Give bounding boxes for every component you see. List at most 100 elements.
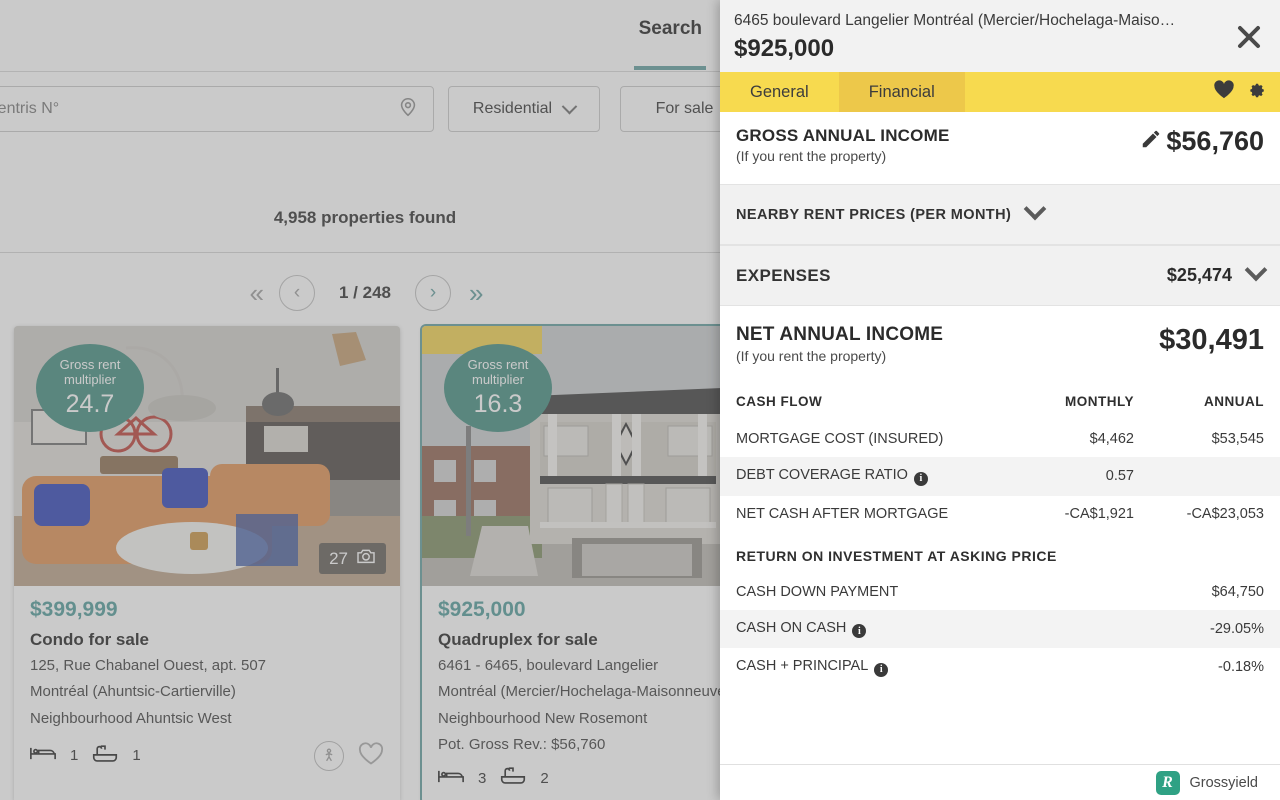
gross-annual-income-label: GROSS ANNUAL INCOME: [736, 126, 950, 145]
row-label: MORTGAGE COST (INSURED): [720, 421, 1020, 457]
top-bar: Search: [0, 0, 730, 72]
row-monthly: 0.57: [1020, 457, 1150, 496]
expenses-value: $25,474: [1166, 265, 1232, 285]
brand-name: Grossyield: [1189, 774, 1259, 791]
edit-pencil-icon[interactable]: [1140, 128, 1162, 155]
cash-flow-header-annual: ANNUAL: [1204, 394, 1264, 409]
property-address-line2: Montréal (Ahuntsic-Cartierville): [30, 683, 236, 701]
pagination-prev-button[interactable]: ‹: [279, 275, 315, 311]
gross-annual-income-sublabel: (If you rent the property): [736, 148, 887, 164]
pagination-last-button[interactable]: »: [469, 280, 484, 306]
row-label: DEBT COVERAGE RATIO i: [720, 457, 1020, 496]
close-icon[interactable]: [1232, 20, 1266, 54]
row-label: NET CASH AFTER MORTGAGE: [720, 496, 1020, 532]
row-label: CASH DOWN PAYMENT: [720, 574, 1150, 610]
table-row: CASH ON CASH i -29.05%: [720, 609, 1280, 648]
gross-rent-multiplier-badge: Gross rent multiplier 16.3: [444, 344, 552, 432]
grm-value: 16.3: [473, 389, 523, 418]
location-pin-icon[interactable]: [397, 96, 419, 123]
property-address-line3: Neighbourhood Ahuntsic West: [30, 709, 232, 727]
pagination-next-button[interactable]: ›: [415, 275, 451, 311]
row-label-text: CASH DOWN PAYMENT: [736, 583, 899, 600]
info-icon[interactable]: i: [874, 662, 889, 677]
row-monthly: $4,462: [1089, 431, 1134, 447]
bathroom-count: 1: [132, 747, 141, 765]
property-type: Quadruplex for sale: [438, 630, 598, 649]
favorite-heart-icon[interactable]: [1213, 79, 1235, 105]
grm-label-line2: multiplier: [63, 372, 116, 388]
property-card-footer: 1 1: [30, 740, 384, 771]
photo-count-value: 27: [329, 548, 348, 568]
tab-search[interactable]: Search: [639, 18, 702, 56]
table-row: DEBT COVERAGE RATIO i 0.57: [720, 457, 1280, 496]
panel-content: GROSS ANNUAL INCOME (If you rent the pro…: [720, 112, 1280, 764]
cash-flow-header-label: CASH FLOW: [736, 394, 823, 409]
walkscore-button[interactable]: [314, 740, 344, 771]
gear-icon[interactable]: [1247, 80, 1266, 104]
grm-value: 24.7: [65, 389, 115, 418]
row-label-text: CASH ON CASH: [736, 619, 847, 636]
property-cards-row: Gross rent multiplier 24.7 27 $399,999 C…: [0, 326, 730, 800]
cash-flow-header-row: CASH FLOW MONTHLY ANNUAL: [720, 388, 1280, 421]
info-icon[interactable]: i: [852, 624, 867, 638]
property-card[interactable]: Gross rent multiplier 16.3 $925,000 Quad…: [422, 326, 730, 800]
cash-flow-table: CASH FLOW MONTHLY ANNUAL MORTGAGE COST (…: [720, 388, 1280, 532]
property-photo[interactable]: Gross rent multiplier 24.7 27: [14, 326, 400, 586]
expenses-section[interactable]: EXPENSES $25,474: [720, 245, 1280, 306]
pagination-page-label: 1 / 248: [339, 283, 391, 302]
grm-label-line1: Gross rent: [467, 356, 529, 372]
tab-general[interactable]: General: [720, 72, 839, 112]
filter-listing-type-label: For sale: [655, 100, 714, 117]
row-label-text: NET CASH AFTER MORTGAGE: [736, 505, 949, 522]
net-annual-income-label: NET ANNUAL INCOME: [736, 324, 944, 345]
property-photo[interactable]: Gross rent multiplier 16.3: [422, 326, 730, 586]
chevron-down-icon[interactable]: [1244, 258, 1268, 289]
search-input[interactable]: [0, 100, 391, 118]
property-card-body: $399,999 Condo for sale 125, Rue Chabane…: [14, 586, 400, 785]
bedroom-icon: [30, 746, 56, 765]
filter-property-type[interactable]: Residential: [448, 86, 600, 132]
camera-icon: [356, 548, 376, 569]
divider: [0, 252, 730, 253]
filter-property-type-label: Residential: [472, 100, 553, 117]
table-row: MORTGAGE COST (INSURED) $4,462 $53,545: [720, 421, 1280, 457]
net-annual-income-value: $30,491: [1159, 324, 1264, 356]
tab-search-underline: [634, 66, 706, 70]
results-count: 4,958 properties found: [273, 208, 457, 227]
bedroom-count: 3: [478, 769, 487, 787]
gross-annual-income-value-group[interactable]: $56,760: [1140, 126, 1264, 157]
row-value: -0.18%: [1218, 659, 1264, 676]
info-icon[interactable]: i: [913, 471, 928, 486]
chevron-down-icon[interactable]: [1023, 197, 1047, 228]
row-monthly: -CA$1,921: [1064, 505, 1134, 522]
row-annual: $53,545: [1211, 431, 1264, 447]
table-row: NET CASH AFTER MORTGAGE -CA$1,921 -CA$23…: [720, 496, 1280, 532]
gross-annual-income-row: GROSS ANNUAL INCOME (If you rent the pro…: [720, 112, 1280, 184]
favorite-heart-icon[interactable]: [358, 742, 384, 770]
bathroom-count: 2: [540, 769, 549, 787]
grm-label-line1: Gross rent: [59, 356, 121, 372]
tab-financial[interactable]: Financial: [838, 72, 965, 112]
filter-listing-type[interactable]: For sale: [620, 86, 730, 132]
gross-rent-multiplier-badge: Gross rent multiplier 24.7: [36, 344, 144, 432]
net-annual-income-sublabel: (If you rent the property): [736, 348, 887, 364]
property-detail-panel: 6465 boulevard Langelier Montréal (Merci…: [720, 0, 1280, 800]
pagination-first-button[interactable]: «: [250, 280, 265, 306]
photo-count-badge[interactable]: 27: [319, 543, 386, 574]
panel-tabs: General Financial: [720, 72, 1280, 112]
row-value: $64,750: [1211, 583, 1264, 600]
chevron-down-icon: [561, 98, 578, 114]
property-card[interactable]: Gross rent multiplier 24.7 27 $399,999 C…: [14, 326, 400, 800]
row-annual: -CA$23,053: [1186, 505, 1264, 522]
search-input-wrapper[interactable]: [0, 86, 434, 132]
nearby-rent-prices-label: NEARBY RENT PRICES (PER MONTH): [736, 206, 1012, 223]
cash-flow-header-monthly: MONTHLY: [1064, 394, 1134, 409]
property-card-footer: 3 2: [438, 767, 730, 789]
grm-label-line2: multiplier: [471, 372, 524, 388]
property-price: $399,999: [30, 598, 118, 621]
nearby-rent-prices-section[interactable]: NEARBY RENT PRICES (PER MONTH): [720, 184, 1280, 245]
grossyield-logo-icon: R: [1155, 770, 1180, 795]
search-app-background: Search Residential For sale 4,958 proper…: [0, 0, 730, 800]
expenses-label: EXPENSES: [736, 265, 831, 285]
row-value: -29.05%: [1150, 609, 1280, 648]
